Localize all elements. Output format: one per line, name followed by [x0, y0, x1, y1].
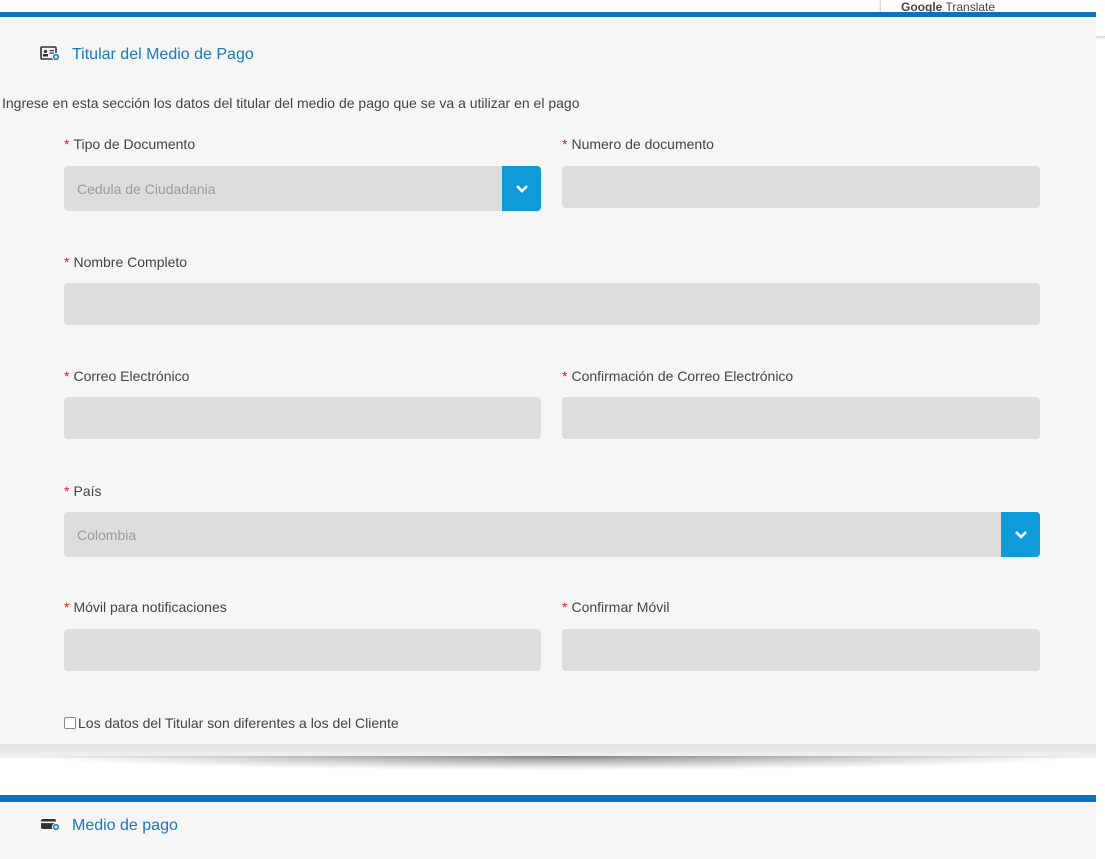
- chevron-down-icon: [515, 184, 528, 193]
- movil-label: * Móvil para notificaciones: [64, 599, 227, 615]
- titular-section: Titular del Medio de Pago Ingrese en est…: [0, 12, 1096, 749]
- pais-value: Colombia: [77, 526, 137, 543]
- section-shadow: [40, 756, 1080, 770]
- titular-title: Titular del Medio de Pago: [72, 46, 254, 63]
- movil-input[interactable]: [64, 629, 541, 671]
- titular-different-checkbox-row[interactable]: Los datos del Titular son diferentes a l…: [64, 715, 399, 731]
- numero-documento-label: * Numero de documento: [562, 136, 714, 152]
- tipo-documento-select[interactable]: Cedula de Ciudadania: [64, 166, 541, 211]
- nombre-completo-input[interactable]: [64, 283, 1040, 325]
- titular-intro: Ingrese en esta sección los datos del ti…: [2, 95, 580, 111]
- confirmar-movil-label: * Confirmar Móvil: [562, 599, 670, 615]
- id-card-icon: [40, 45, 61, 66]
- pais-select[interactable]: Colombia: [64, 512, 1040, 557]
- correo-input[interactable]: [64, 397, 541, 439]
- numero-documento-input[interactable]: [562, 166, 1040, 208]
- medio-pago-title: Medio de pago: [72, 817, 178, 834]
- medio-pago-header[interactable]: Medio de pago: [40, 814, 178, 838]
- confirmar-movil-input[interactable]: [562, 629, 1040, 671]
- pais-dropdown-button[interactable]: [1001, 512, 1040, 557]
- confirmacion-correo-input[interactable]: [562, 397, 1040, 439]
- tipo-documento-dropdown-button[interactable]: [502, 166, 541, 211]
- confirmacion-correo-label: * Confirmación de Correo Electrónico: [562, 368, 794, 384]
- tipo-documento-label: * Tipo de Documento: [64, 136, 196, 152]
- correo-label: * Correo Electrónico: [64, 368, 190, 384]
- titular-different-checkbox-label: Los datos del Titular son diferentes a l…: [78, 715, 399, 731]
- tipo-documento-value: Cedula de Ciudadania: [77, 180, 216, 197]
- titular-header: Titular del Medio de Pago: [40, 43, 254, 67]
- pais-label: * País: [64, 483, 102, 499]
- chevron-down-icon: [1014, 530, 1027, 539]
- medio-pago-section: Medio de pago: [0, 795, 1096, 859]
- nombre-completo-label: * Nombre Completo: [64, 254, 188, 270]
- titular-different-checkbox[interactable]: [64, 717, 76, 729]
- card-icon: [40, 817, 61, 836]
